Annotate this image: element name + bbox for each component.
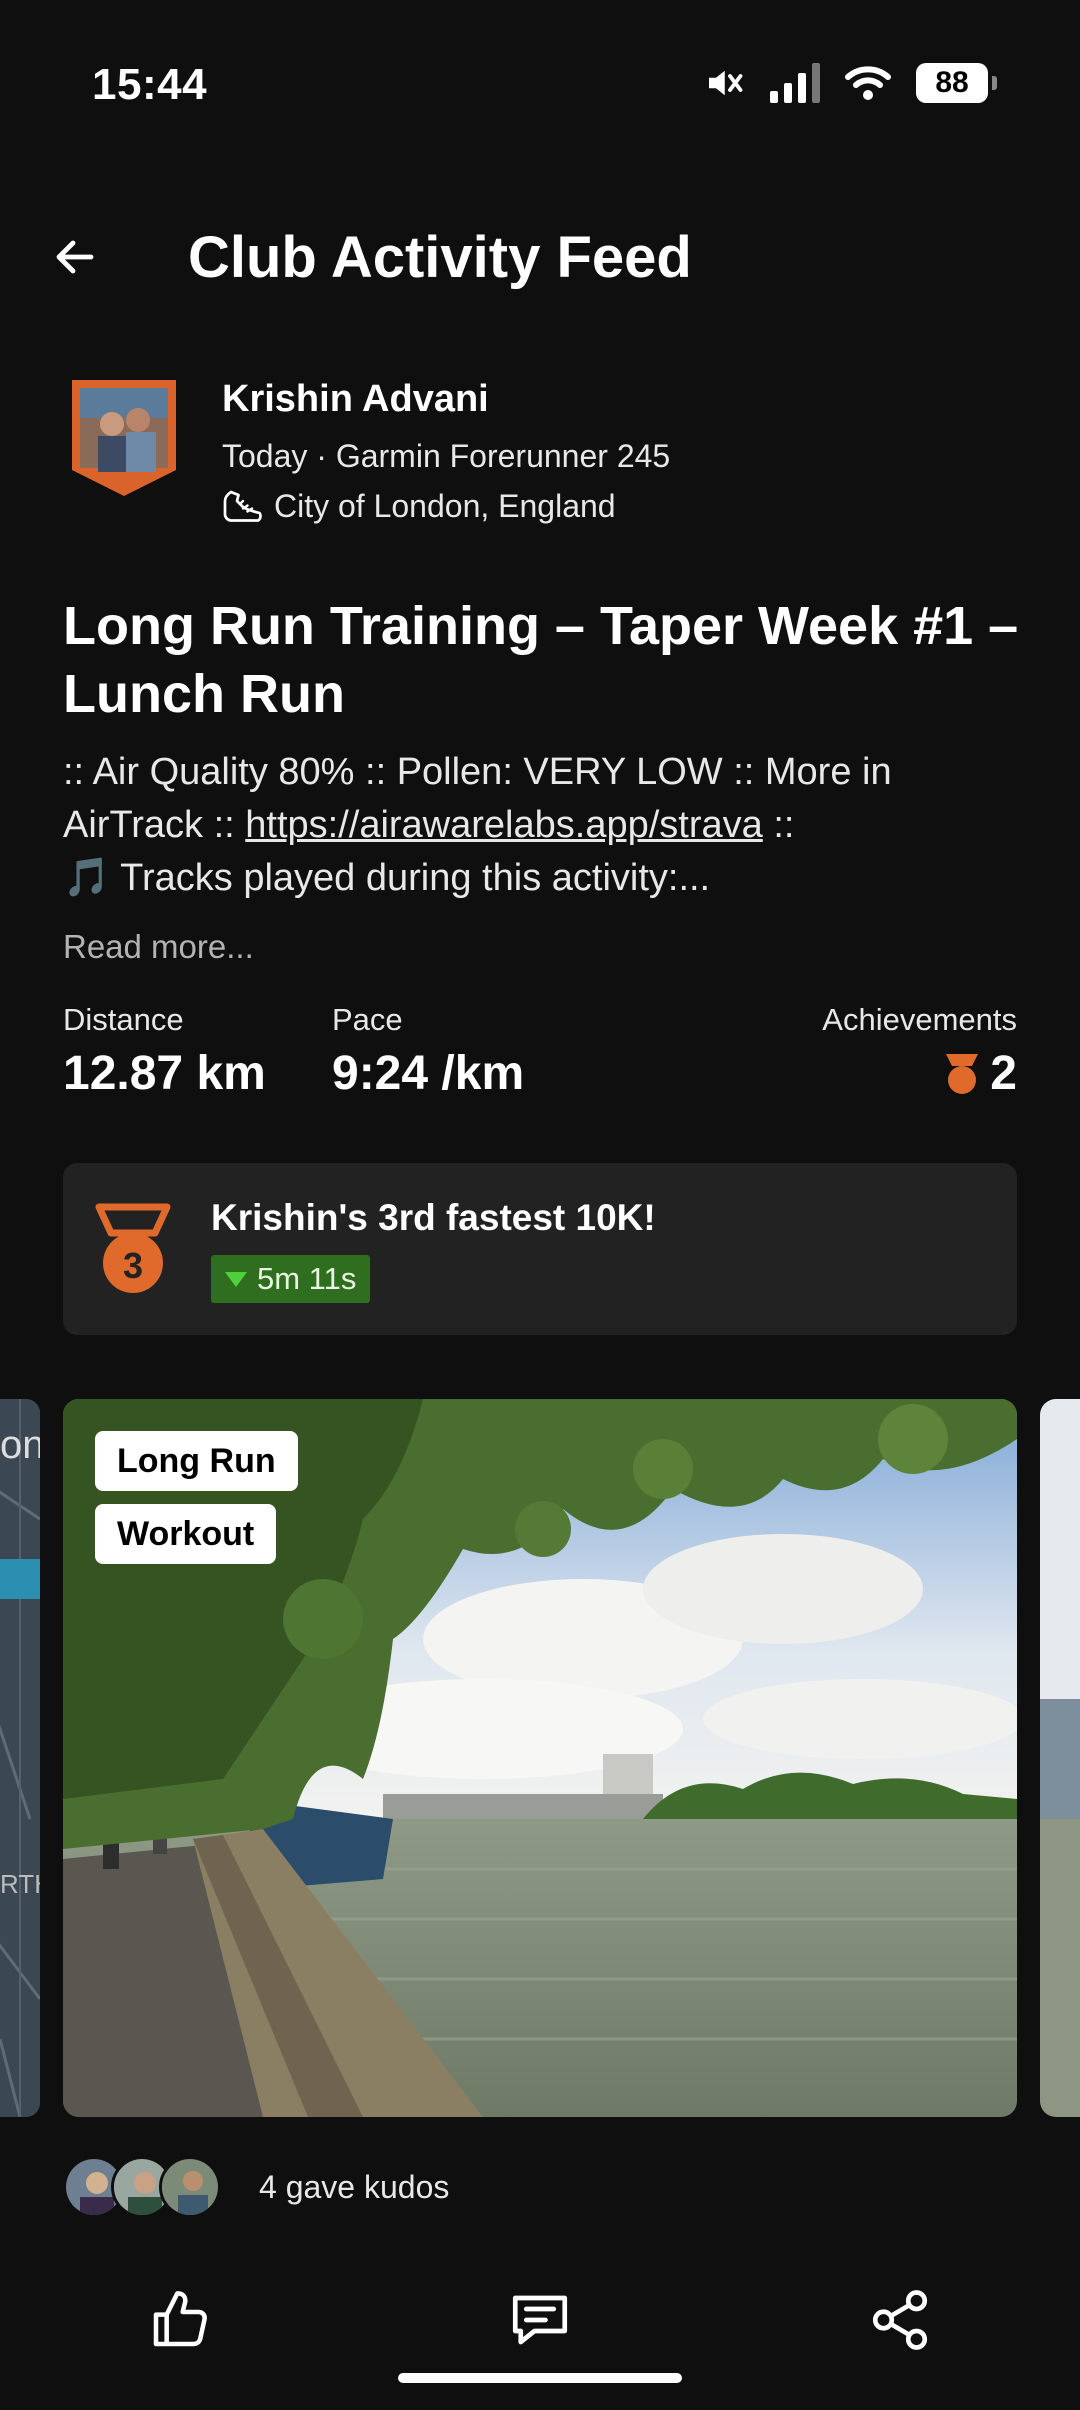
page-title: Club Activity Feed [188,225,692,290]
signal-icon [770,63,820,103]
share-icon [872,2290,928,2350]
airtrack-link[interactable]: https://airawarelabs.app/strava [245,804,763,846]
description-text: :: [762,804,795,846]
pace-label: Pace [332,1002,403,1037]
thumbs-up-icon [153,2291,207,2347]
next-photo-thumbnail[interactable] [1040,1399,1080,2117]
achievements-label: Achievements [822,1002,1017,1037]
achievements-value-row: 2 [822,1046,1017,1101]
activity-description: :: Air Quality 80% :: Pollen: VERY LOW :… [63,746,1033,905]
stat-distance: Distance 12.87 km [63,1002,266,1101]
photo-carousel[interactable]: on RTH [0,1399,1080,2117]
athlete-name[interactable]: Krishin Advani [222,378,489,421]
description-text: AirTrack :: [63,804,246,846]
battery-indicator: 88 [916,63,997,103]
medal-number: 3 [122,1245,144,1286]
achievements-value: 2 [990,1047,1017,1100]
avatar [159,2156,221,2218]
location-label: City of London, England [274,488,616,524]
achievement-medal-icon [946,1053,979,1094]
kudos-row[interactable]: 4 gave kudos [63,2155,449,2219]
status-icons: 88 [702,62,997,104]
action-bar [0,2280,1080,2360]
description-line-3: 🎵 Tracks played during this activity:... [63,857,711,899]
share-button[interactable] [860,2280,940,2360]
wifi-icon [845,66,891,100]
route-map-thumbnail[interactable]: on RTH [0,1399,40,2117]
status-time: 15:44 [92,60,208,109]
achievement-card[interactable]: 3 Krishin's 3rd fastest 10K! 5m 11s [63,1163,1017,1335]
distance-value: 12.87 km [63,1047,266,1100]
map-label: on [0,1423,40,1467]
back-button[interactable] [40,222,110,292]
photo-tag: Long Run [95,1431,298,1491]
home-indicator[interactable] [398,2373,682,2383]
achievement-title: Krishin's 3rd fastest 10K! [211,1197,656,1238]
avatar[interactable] [72,380,176,496]
mute-icon [709,70,743,96]
activity-title[interactable]: Long Run Training – Taper Week #1 – Lunc… [63,592,1043,728]
run-shoe-icon [223,490,262,522]
header: Club Activity Feed [0,200,1080,320]
comment-icon [512,2295,568,2345]
activity-location: City of London, England [222,488,616,525]
triangle-down-icon [225,1271,247,1287]
comment-button[interactable] [500,2280,580,2360]
photo-tag: Workout [95,1504,277,1564]
pace-value: 9:24 /km [332,1047,525,1100]
description-line-1: :: Air Quality 80% :: Pollen: VERY LOW :… [63,751,892,793]
distance-label: Distance [63,1002,184,1037]
read-more-link[interactable]: Read more... [63,928,254,966]
time-improvement-badge: 5m 11s [211,1255,371,1303]
activity-meta: Today · Garmin Forerunner 245 [222,438,671,474]
activity-photo[interactable]: Long Run Workout [63,1399,1017,2117]
kudos-button[interactable] [140,2280,220,2360]
status-bar: 15:44 88 [0,0,1080,170]
kudos-count[interactable]: 4 gave kudos [259,2169,449,2206]
arrow-left-icon [56,240,94,274]
stat-pace: Pace 9:24 /km [332,1002,524,1101]
description-line-2: AirTrack :: https://airawarelabs.app/str… [63,799,1033,852]
stat-achievements: Achievements 2 [822,1002,1017,1101]
map-label: RTH [0,1869,40,1899]
time-improvement-value: 5m 11s [257,1261,357,1296]
